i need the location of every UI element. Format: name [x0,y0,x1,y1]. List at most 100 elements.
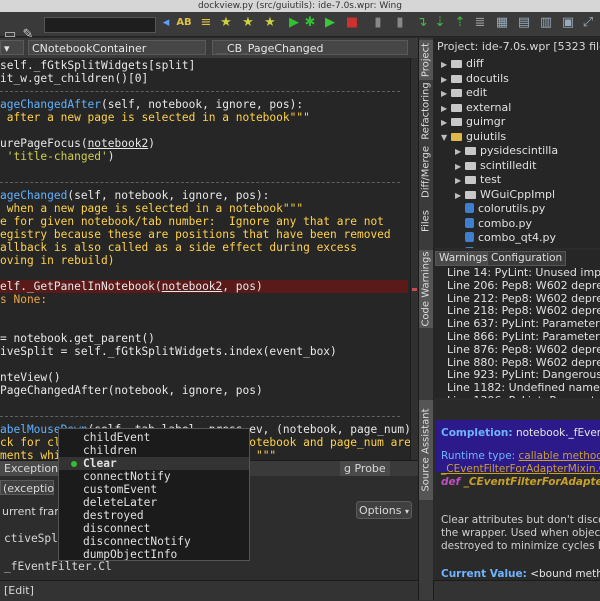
warning-row[interactable]: Line 206: Pep8: W602 deprecat [447,279,600,292]
stop-icon[interactable]: ■ [344,15,360,31]
ab-replace-icon[interactable]: AB [176,15,192,31]
class-link[interactable]: _CEventFilterForAdapterMixin.C [441,463,600,476]
project-tree-item[interactable]: ▶ guimgr [441,114,505,129]
search-options-icon[interactable]: ◂ [158,15,174,31]
code-line[interactable]: elf._GetPanelInNotebook(notebook2, pos) [0,280,263,293]
warning-row[interactable]: Line 637: PyLint: Parameters di [447,317,600,330]
tab-project[interactable]: Project [419,40,433,80]
code-line[interactable]: nteView() [0,371,61,384]
project-tree-item[interactable]: ▶ pysidescintilla [455,143,558,158]
tab-diff-merge[interactable]: Diff/Merge [419,142,433,202]
autocomplete-item[interactable]: customEvent [83,483,157,496]
autocomplete-item[interactable]: destroyed [83,509,144,522]
runtime-link[interactable]: callable method [519,450,600,462]
autocomplete-item[interactable]: childEvent [83,431,150,444]
layout3-icon[interactable]: ▥ [538,15,554,31]
project-tree-item[interactable]: ▶ test [455,172,501,187]
project-tree-item[interactable]: combo.py [455,216,532,231]
code-line[interactable]: oving in rebuild) [0,254,115,267]
star-icon[interactable]: ★ [218,15,234,31]
warning-row[interactable]: Line 880: Pep8: W602 deprecat [447,356,600,369]
layout4-icon[interactable]: ▣ [560,15,576,31]
code-warnings-panel: Warnings Configuration Line 14: PyLint: … [433,250,600,398]
tab-source-assistant[interactable]: Source Assistant [419,400,433,500]
code-line[interactable]: e for given notebook/tab number: Ignore … [0,215,384,228]
project-tree-item[interactable]: ▶ scintilledit [455,158,536,173]
step-out-icon[interactable]: ⇡ [452,15,468,31]
warning-row[interactable]: Line 876: Pep8: W602 deprecat [447,343,600,356]
file-combo[interactable]: ▾ [0,40,24,55]
code-line[interactable]: PageChangedAfter(notebook, ignore, pos) [0,384,263,397]
code-line[interactable]: when a new page is selected in a noteboo… [0,202,303,215]
project-tree-item[interactable]: ▶ edit [441,85,487,100]
warning-row[interactable]: Line 923: PyLint: Dangerous de [447,368,600,381]
layout2-icon[interactable]: ▤ [516,15,532,31]
code-line[interactable]: 'title-changed') [0,150,115,163]
autocomplete-item[interactable]: Clear [83,457,117,470]
tab-files[interactable]: Files [419,204,433,238]
search-input[interactable] [44,17,156,33]
autocomplete-item[interactable]: disconnectNotify [83,535,191,548]
autocomplete-item[interactable]: connectNotify [83,470,171,483]
code-line[interactable]: ageChanged(self, notebook, ignore, pos): [0,189,269,202]
star-down-icon[interactable]: ★ [240,15,256,31]
warning-row[interactable]: Line 14: PyLint: Unused import [447,266,600,279]
run-icon[interactable]: ▶ [286,15,302,31]
code-token: urePageFocus( [0,137,88,150]
star-up-icon[interactable]: ★ [262,15,278,31]
text-icon[interactable]: ≣ [472,15,488,31]
tab-debug-probe[interactable]: g Probe [340,461,390,477]
code-line[interactable]: iveSplit = self._fGtkSplitWidgets.index(… [0,345,337,358]
step-into-icon[interactable]: ⇣ [432,15,448,31]
code-line[interactable]: s None: [0,293,47,306]
layout-icon[interactable]: ▦ [494,15,510,31]
fullscreen-icon[interactable]: ⤢ [580,15,596,31]
indent-icon[interactable]: ≡ [198,15,214,31]
project-tree-item[interactable]: colorutils.py [455,201,545,216]
code-line[interactable]: allback is also called as a side effect … [0,241,357,254]
project-tree-label: docutils [466,71,509,85]
code-line[interactable]: after a new page is selected in a notebo… [0,111,310,124]
warning-row[interactable]: Line 1182: Undefined name: sp [447,381,600,394]
continue-icon[interactable]: ▶ [322,15,338,31]
code-line[interactable]: ageChangedAfter(self, notebook, ignore, … [0,98,303,111]
probe-input-line[interactable]: _fEventFilter.Cl [4,560,112,573]
code-line[interactable]: = notebook.get_parent() [0,332,155,345]
code-token: = notebook.get_parent() [0,332,155,345]
code-token: when a new page is selected in a noteboo… [0,202,304,215]
warning-row[interactable]: Line 1306: PyLint: Parameters o [447,394,600,398]
project-tree-item[interactable]: ▶ docutils [441,71,509,86]
code-line[interactable]: egistry because these are positions that… [0,228,391,241]
tab-warnings[interactable]: Warnings [435,251,492,266]
tab-configuration[interactable]: Configuration [487,251,567,266]
options-button[interactable]: Options ▾ [356,501,412,519]
code-line[interactable]: self._fGtkSplitWidgets[split] [0,59,195,72]
code-editor[interactable]: self._fGtkSplitWidgets[split] it_w.get_ch… [0,58,410,460]
autocomplete-item[interactable]: children [83,444,137,457]
project-tree-item[interactable]: ▶ diff [441,56,484,71]
pause2-icon[interactable]: ▮ [392,15,408,31]
autocomplete-item[interactable]: disconnect [83,522,150,535]
warning-row[interactable]: Line 212: Pep8: W602 deprecat [447,292,600,305]
code-line[interactable]: urePageFocus(notebook2) [0,137,155,150]
warning-row[interactable]: Line 218: Pep8: W602 deprecat [447,304,600,317]
exceptions-combo[interactable]: (exceptio [0,480,54,495]
project-tree-item[interactable]: ▶ WGuiCppImpl [455,187,555,202]
method-combo[interactable]: __CB_PageChanged [212,40,408,55]
project-tree-item[interactable]: ▼ guiutils [441,129,506,144]
pause-icon[interactable]: ▮ [370,15,386,31]
project-tree-item[interactable]: dialogs.py [455,245,534,248]
project-tree-item[interactable]: combo_qt4.py [455,230,556,245]
expand-arrow-icon[interactable]: ▼ [441,130,451,145]
code-line[interactable]: it_w.get_children()[0] [0,72,148,85]
project-tree-item[interactable]: ▶ external [441,100,511,115]
debug-icon[interactable]: ✱ [302,15,318,31]
autocomplete-item[interactable]: dumpObjectInfo [83,548,177,560]
step-over-icon[interactable]: ↴ [414,15,430,31]
warning-row[interactable]: Line 866: PyLint: Parameters di [447,330,600,343]
tab-refactoring[interactable]: Refactoring [419,82,433,140]
autocomplete-item[interactable]: deleteLater [83,496,157,509]
autocomplete-popup[interactable]: childEvent children Clear connectNotify cust… [58,428,250,561]
tab-code-warnings[interactable]: Code Warnings [419,250,433,328]
class-combo[interactable]: CNotebookContainer [28,40,206,55]
